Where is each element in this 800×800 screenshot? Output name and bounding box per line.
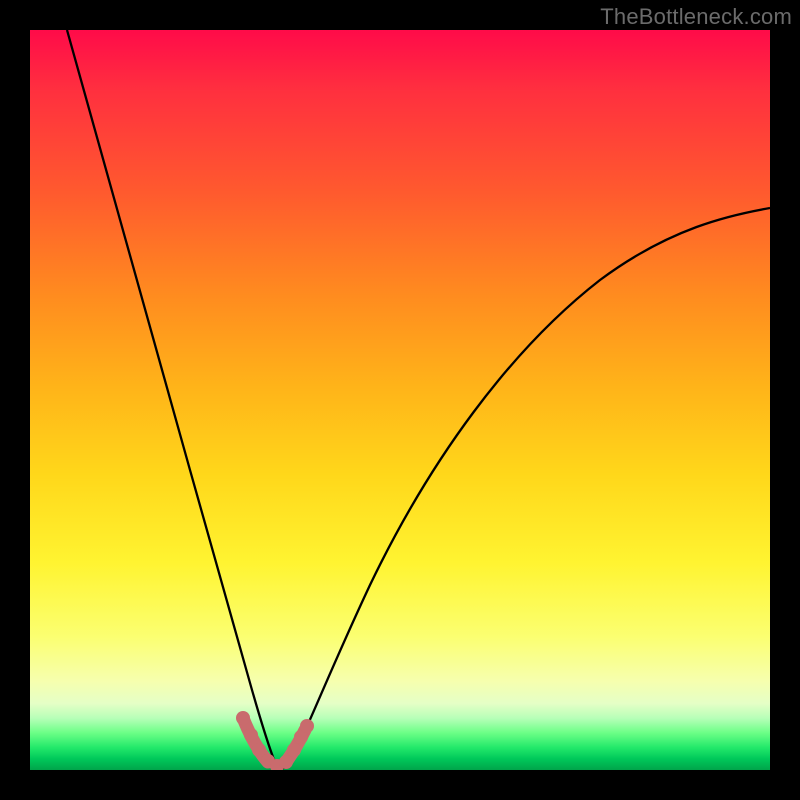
plot-area bbox=[30, 30, 770, 770]
main-curve bbox=[67, 30, 770, 768]
outer-frame: TheBottleneck.com bbox=[0, 0, 800, 800]
highlight-dots bbox=[236, 711, 314, 770]
watermark-text: TheBottleneck.com bbox=[600, 4, 792, 30]
curve-layer bbox=[30, 30, 770, 770]
